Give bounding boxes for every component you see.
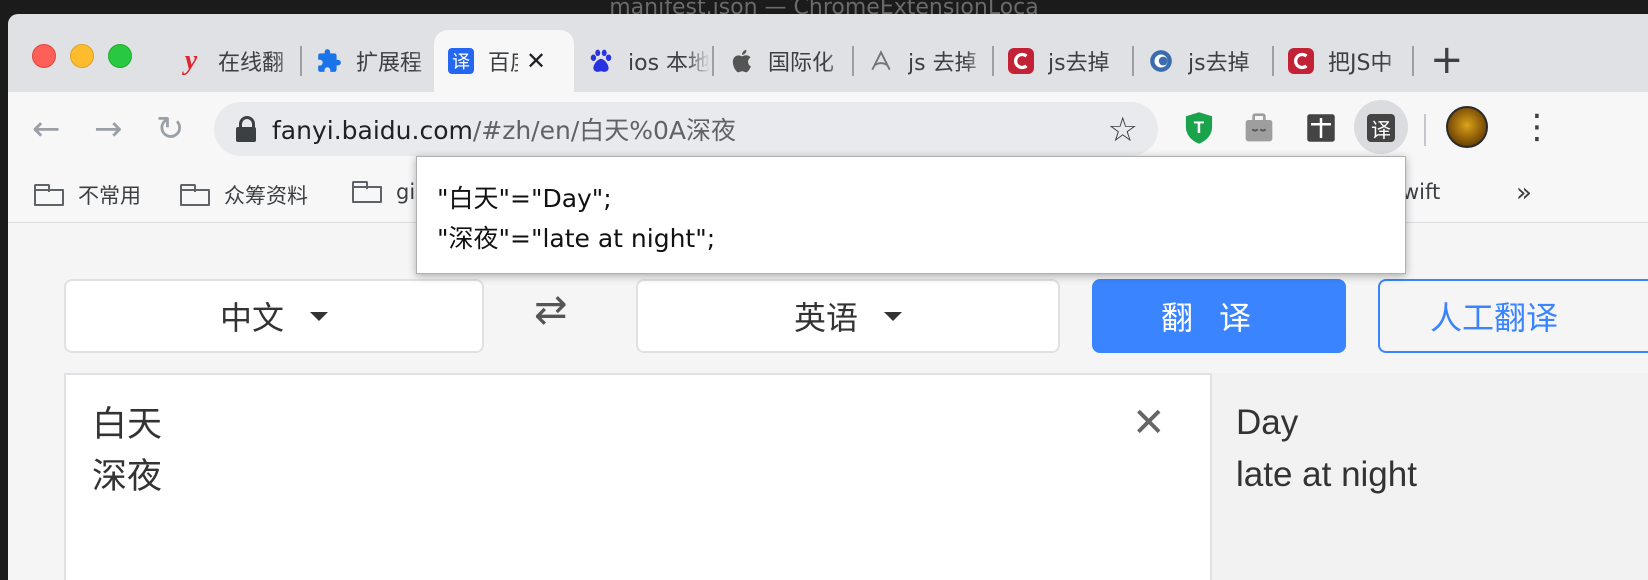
tab-js-remove-3[interactable]: js去掉	[1134, 32, 1270, 90]
new-tab-button[interactable]: +	[1430, 40, 1464, 80]
reload-button[interactable]: ↻	[156, 112, 185, 146]
tab-js-remove-1[interactable]: js 去掉	[854, 32, 990, 90]
minimize-window-button[interactable]	[70, 44, 94, 68]
translate-extension-icon[interactable]: 译	[1364, 110, 1398, 146]
source-line: 白天	[92, 405, 163, 445]
swap-languages-icon[interactable]: ⇄	[534, 287, 568, 333]
close-window-button[interactable]	[32, 44, 56, 68]
folder-icon	[352, 181, 382, 203]
cnblogs-icon	[1148, 48, 1174, 74]
puzzle-icon	[316, 48, 342, 74]
bookmarks-overflow-button[interactable]: »	[1516, 178, 1532, 208]
csdn-icon	[1288, 48, 1314, 74]
result-panel: Day late at night	[1212, 373, 1648, 580]
result-line: late at night	[1236, 455, 1417, 494]
youdao-icon: y	[184, 45, 198, 76]
window-grid-extension-icon[interactable]	[1304, 110, 1338, 146]
popup-line: "白天"="Day";	[437, 184, 612, 213]
back-button[interactable]: ←	[32, 112, 61, 146]
source-language-select[interactable]: 中文	[64, 279, 484, 353]
chevron-down-icon	[884, 311, 902, 321]
translate-button[interactable]: 翻译	[1092, 279, 1346, 353]
tab-extensions[interactable]: 扩展程	[302, 32, 438, 90]
tab-baidu-translate[interactable]: 译 百度 ✕	[434, 30, 574, 92]
baidu-paw-icon	[588, 48, 614, 74]
shield-extension-icon[interactable]: T	[1182, 110, 1216, 146]
target-language-select[interactable]: 英语	[636, 279, 1060, 353]
browser-window: y 在线翻 扩展程 译 百度 ✕ ios 本地 国际化 js 去掉	[8, 14, 1648, 580]
bookmark-folder[interactable]: 众筹资料	[180, 180, 308, 210]
bookmark-star-icon[interactable]: ☆	[1108, 110, 1138, 150]
tab-internationalization[interactable]: 国际化	[714, 32, 850, 90]
csdn-icon	[1008, 48, 1034, 74]
window-title: manifest.json — ChromeExtensionLoca	[609, 0, 1039, 14]
human-translation-button[interactable]: 人工翻译	[1378, 279, 1648, 353]
toolbar-divider	[1424, 114, 1426, 146]
result-line: Day	[1236, 403, 1299, 442]
clear-text-icon[interactable]: ✕	[1132, 403, 1166, 443]
source-line: 深夜	[92, 457, 163, 497]
extension-popup: "白天"="Day"; "深夜"="late at night";	[416, 156, 1406, 274]
folder-icon	[34, 184, 64, 206]
bookmark-folder[interactable]: 不常用	[34, 180, 141, 210]
tab-youdao[interactable]: y 在线翻	[164, 32, 300, 90]
stylus-icon	[868, 48, 894, 74]
chevron-down-icon	[310, 311, 328, 321]
close-tab-icon[interactable]: ✕	[526, 47, 546, 75]
apple-icon	[728, 48, 754, 74]
folder-icon	[180, 184, 210, 206]
lock-icon	[236, 116, 256, 142]
tab-js-remove-2[interactable]: js去掉	[994, 32, 1130, 90]
forward-button[interactable]: →	[94, 112, 123, 146]
profile-avatar[interactable]	[1446, 106, 1488, 148]
sleepy-briefcase-extension-icon[interactable]	[1242, 110, 1276, 146]
url-text[interactable]: fanyi.baidu.com/#zh/en/白天%0A深夜	[272, 111, 736, 147]
bookmark-folder[interactable]: gi	[352, 180, 415, 204]
bookmark-item-partial[interactable]: wift	[1402, 180, 1440, 204]
maximize-window-button[interactable]	[108, 44, 132, 68]
svg-text:T: T	[1194, 118, 1205, 137]
source-text-area[interactable]: 白天 深夜 ✕	[64, 373, 1212, 580]
popup-line: "深夜"="late at night";	[437, 224, 716, 253]
tab-ios-local[interactable]: ios 本地	[574, 32, 710, 90]
tab-separator	[1412, 46, 1414, 76]
page-content: 中文 ⇄ 英语 翻译 人工翻译 白天 深夜 ✕ Day late at nigh…	[8, 223, 1648, 580]
baidu-translate-icon: 译	[448, 48, 474, 74]
tab-js-string[interactable]: 把JS中	[1274, 32, 1410, 90]
more-menu-icon[interactable]: ⋮	[1520, 110, 1554, 144]
address-bar[interactable]: fanyi.baidu.com/#zh/en/白天%0A深夜 ☆	[214, 102, 1158, 156]
